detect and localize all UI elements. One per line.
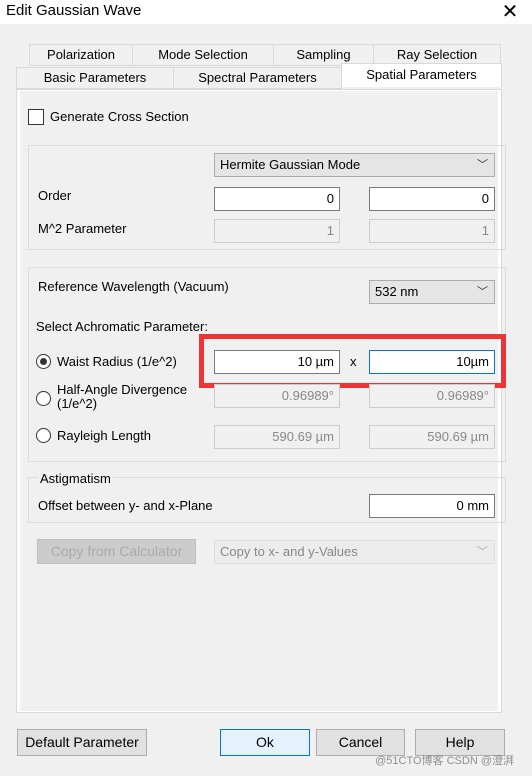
rayleigh-radio[interactable]: [36, 428, 51, 443]
rayleigh-label: Rayleigh Length: [57, 428, 151, 443]
generate-cross-section-checkbox[interactable]: [28, 109, 44, 125]
offset-input[interactable]: 0 mm: [369, 494, 495, 518]
rayleigh-x-input: 590.69 µm: [214, 425, 340, 449]
waist-radius-label: Waist Radius (1/e^2): [57, 354, 177, 369]
window-title: Edit Gaussian Wave: [6, 2, 142, 19]
divergence-y-input: 0.96989°: [369, 384, 495, 408]
chevron-down-icon: ﹀: [477, 286, 488, 298]
mode-select[interactable]: Hermite Gaussian Mode ﹀: [214, 153, 495, 177]
highlight-box: [199, 334, 506, 388]
wavelength-select[interactable]: 532 nm ﹀: [369, 280, 495, 304]
copy-values-select: Copy to x- and y-Values ﹀: [214, 540, 495, 564]
tab-spatial-parameters[interactable]: Spatial Parameters: [341, 63, 502, 87]
astigmatism-title: Astigmatism: [38, 471, 113, 486]
tab-spectral-parameters[interactable]: Spectral Parameters: [173, 67, 342, 89]
wavelength-value: 532 nm: [375, 284, 419, 299]
order-label: Order: [38, 188, 72, 203]
generate-cross-section-label: Generate Cross Section: [50, 109, 189, 124]
divergence-label-line2: (1/e^2): [57, 396, 98, 411]
rayleigh-y-input: 590.69 µm: [369, 425, 495, 449]
close-icon[interactable]: ✕: [496, 0, 524, 24]
m2-x-input: 1: [214, 219, 340, 243]
tab-mode-selection[interactable]: Mode Selection: [132, 44, 274, 66]
chevron-down-icon: ﹀: [477, 159, 488, 171]
order-x-input[interactable]: 0: [214, 187, 340, 211]
divergence-radio[interactable]: [36, 391, 51, 406]
mode-select-value: Hermite Gaussian Mode: [220, 157, 361, 172]
tab-basic-parameters[interactable]: Basic Parameters: [16, 67, 174, 89]
wavelength-label: Reference Wavelength (Vacuum): [38, 279, 229, 294]
m2-y-input: 1: [369, 219, 495, 243]
ok-button[interactable]: Ok: [220, 729, 310, 756]
offset-label: Offset between y- and x-Plane: [38, 498, 213, 513]
order-y-input[interactable]: 0: [369, 187, 495, 211]
watermark: @51CTO博客 CSDN @澄湃: [375, 755, 514, 767]
m2-label: M^2 Parameter: [38, 221, 127, 236]
copy-values-text: Copy to x- and y-Values: [220, 544, 358, 559]
chevron-down-icon: ﹀: [477, 546, 488, 558]
divergence-x-input: 0.96989°: [214, 384, 340, 408]
tab-polarization[interactable]: Polarization: [29, 44, 133, 66]
divergence-label: Half-Angle Divergence (1/e^2): [57, 383, 187, 411]
achromatic-label: Select Achromatic Parameter:: [36, 319, 208, 334]
waist-radius-radio[interactable]: [36, 354, 51, 369]
divergence-label-line1: Half-Angle Divergence: [57, 382, 188, 397]
default-parameter-button[interactable]: Default Parameter: [17, 729, 147, 756]
copy-from-calculator-button: Copy from Calculator: [37, 539, 196, 564]
